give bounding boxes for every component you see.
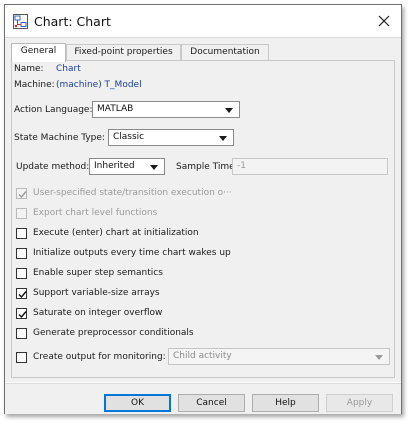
option-label: Generate preprocessor conditionals [33,328,194,338]
button-bar: OK Cancel Help Apply [5,383,401,414]
ok-button[interactable]: OK [104,394,171,412]
dialog-title: Chart: Chart [34,14,111,29]
tab-fixed-point-properties[interactable]: Fixed-point properties [66,44,181,61]
close-icon[interactable] [373,10,395,32]
state-machine-type-value: Classic [113,132,145,142]
checkbox[interactable] [16,308,27,319]
checkbox[interactable] [16,288,27,299]
machine-label: Machine: [14,80,55,90]
monitoring-value: Child activity [173,351,232,361]
chevron-down-icon [219,136,227,141]
option-saturate-on-overflow[interactable]: Saturate on integer overflow [16,308,316,322]
option-label: Execute (enter) chart at initialization [33,228,199,238]
apply-button[interactable]: Apply [326,394,393,412]
update-method-value: Inherited [94,161,135,171]
action-language-value: MATLAB [97,104,134,114]
option-label: Enable super step semantics [33,268,163,278]
option-label: Export chart level functions [33,208,158,218]
general-panel: Name: Chart Machine: (machine) T_Model A… [11,60,395,378]
cancel-button[interactable]: Cancel [178,394,245,412]
chart-properties-dialog: Chart: Chart General Fixed-point propert… [4,4,402,414]
name-label: Name: [14,64,44,74]
monitoring-dropdown[interactable]: Child activity [168,348,390,365]
chevron-down-icon [150,165,158,170]
action-language-label: Action Language: [14,105,93,115]
chevron-down-icon [225,108,233,113]
option-user-specified-execution-order[interactable]: User-specified state/transition executio… [16,188,316,202]
sample-time-label: Sample Time: [176,162,238,172]
state-machine-type-label: State Machine Type: [14,133,105,143]
checkbox[interactable] [16,248,27,259]
option-preprocessor-conditionals[interactable]: Generate preprocessor conditionals [16,328,316,342]
option-label: Support variable-size arrays [33,288,160,298]
option-label: Initialize outputs every time chart wake… [33,248,231,258]
checkbox[interactable] [16,328,27,339]
checkbox[interactable] [16,208,27,219]
chevron-down-icon [375,355,383,360]
update-method-dropdown[interactable]: Inherited [89,158,165,175]
dialog-content: General Fixed-point properties Documenta… [5,37,401,382]
checkbox[interactable] [16,188,27,199]
option-export-chart-level-functions[interactable]: Export chart level functions [16,208,316,222]
option-label: Saturate on integer overflow [33,308,163,318]
update-method-label: Update method: [16,162,90,172]
option-variable-size-arrays[interactable]: Support variable-size arrays [16,288,316,302]
checkbox[interactable] [16,228,27,239]
checkbox[interactable] [16,268,27,279]
stateflow-chart-icon [13,14,28,29]
option-initialize-outputs[interactable]: Initialize outputs every time chart wake… [16,248,316,262]
option-label: User-specified state/transition executio… [33,188,232,198]
title-bar: Chart: Chart [5,5,401,37]
option-execute-at-initialization[interactable]: Execute (enter) chart at initialization [16,228,316,242]
option-label: Create output for monitoring: [33,352,166,362]
sample-time-input[interactable]: -1 [232,158,388,175]
option-create-output-for-monitoring[interactable]: Create output for monitoring: [16,352,166,366]
action-language-dropdown[interactable]: MATLAB [92,101,240,118]
checkbox[interactable] [16,352,27,363]
state-machine-type-dropdown[interactable]: Classic [108,129,234,146]
tab-general[interactable]: General [11,43,66,62]
option-super-step-semantics[interactable]: Enable super step semantics [16,268,316,282]
chart-name-link[interactable]: Chart [56,64,81,74]
tab-documentation[interactable]: Documentation [181,44,269,61]
help-button[interactable]: Help [252,394,319,412]
machine-link[interactable]: (machine) T_Model [56,80,142,90]
